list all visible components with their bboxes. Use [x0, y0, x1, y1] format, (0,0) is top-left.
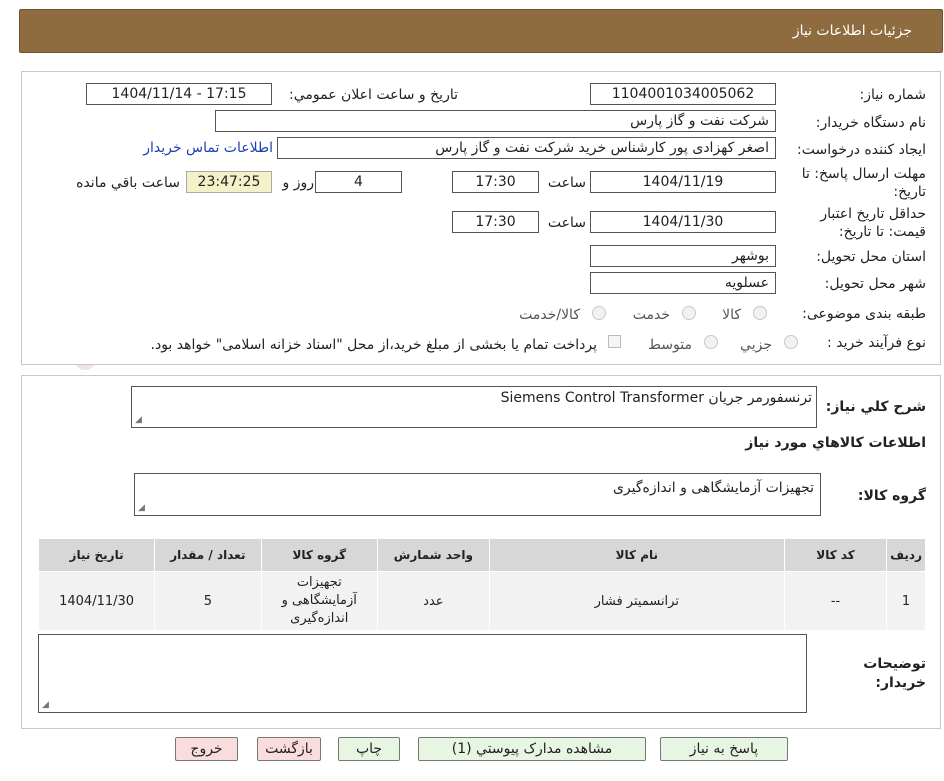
validity-label: حداقل تاریخ اعتبار: [820, 206, 926, 222]
requester-field: اصغر کهزادی پور کارشناس خرید شرکت نفت و …: [277, 137, 776, 159]
col-date: تاریخ نیاز: [37, 538, 156, 572]
description-textarea[interactable]: ترنسفورمر جریان Siemens Control Transfor…: [131, 386, 817, 428]
category-service-label: خدمت: [632, 307, 670, 323]
requester-label: ایجاد کننده درخواست:: [797, 142, 926, 158]
category-service-radio[interactable]: [682, 306, 696, 320]
cell-qty: 5: [154, 571, 262, 631]
goods-table: ردیف کد کالا نام کالا واحد شمارش گروه کا…: [37, 538, 926, 631]
reply-button[interactable]: پاسخ به نیاز: [660, 737, 788, 761]
col-name: نام کالا: [488, 538, 785, 572]
resize-grip-icon[interactable]: ◢: [42, 700, 49, 710]
goods-group-label: گروه کالا:: [857, 488, 926, 504]
description-label: شرح کلي نیاز:: [825, 399, 926, 415]
cell-unit: عدد: [377, 571, 490, 631]
treasury-checkbox[interactable]: [608, 335, 621, 348]
buyer-notes-label: توضیحات: [863, 656, 926, 672]
table-row: 1 -- ترانسمیتر فشار عدد تجهیزات آزمایشگا…: [37, 571, 926, 631]
deadline-label-2: تاریخ:: [893, 184, 926, 200]
buyer-notes-label-2: خریدار:: [875, 675, 926, 691]
back-button[interactable]: بازگشت: [257, 737, 321, 761]
buyer-org-label: نام دستگاه خریدار:: [815, 115, 926, 131]
buyer-notes-textarea[interactable]: ◢: [38, 634, 807, 713]
city-field: عسلویه: [590, 272, 776, 294]
print-button[interactable]: چاپ: [338, 737, 400, 761]
col-group: گروه کالا: [260, 538, 379, 572]
goods-group-textarea[interactable]: تجهیزات آزمایشگاهی و اندازه‌گیری ◢: [134, 473, 821, 516]
deadline-time-field: 17:30: [452, 171, 539, 193]
cell-name: ترانسمیتر فشار: [488, 571, 785, 631]
cell-group: تجهیزات آزمایشگاهی و اندازه‌گیری: [260, 571, 379, 631]
need-number-field: 1104001034005062: [590, 83, 776, 105]
category-goods-radio[interactable]: [753, 306, 767, 320]
deadline-label: مهلت ارسال پاسخ: تا: [801, 166, 926, 182]
province-field: بوشهر: [590, 245, 776, 267]
view-documents-button[interactable]: مشاهده مدارک پیوستي (1): [418, 737, 646, 761]
page-title: جزئیات اطلاعات نیاز: [792, 23, 912, 39]
validity-time-field: 17:30: [452, 211, 539, 233]
col-code: کد کالا: [783, 538, 888, 572]
goods-group-text: تجهیزات آزمایشگاهی و اندازه‌گیری: [612, 480, 814, 496]
cell-date: 1404/11/30: [37, 571, 156, 631]
goods-section-title: اطلاعات کالاهاي مورد نیاز: [745, 435, 926, 451]
deadline-time-label: ساعت: [547, 175, 586, 191]
exit-button[interactable]: خروج: [175, 737, 238, 761]
purchase-type-label: نوع فرآیند خرید :: [827, 335, 926, 351]
category-goods-label: کالا: [722, 307, 741, 323]
days-label: روز و: [282, 175, 315, 191]
resize-grip-icon[interactable]: ◢: [138, 503, 145, 513]
page-header: جزئیات اطلاعات نیاز: [19, 9, 943, 53]
city-label: شهر محل تحویل:: [824, 276, 926, 292]
purchase-medium-radio[interactable]: [704, 335, 718, 349]
validity-time-label: ساعت: [547, 215, 586, 231]
purchase-minor-label: جزیي: [740, 337, 772, 353]
description-text: ترنسفورمر جریان Siemens Control Transfor…: [500, 390, 812, 406]
province-label: استان محل تحویل:: [816, 249, 926, 265]
col-unit: واحد شمارش: [377, 538, 490, 572]
buyer-org-field: شرکت نفت و گاز پارس: [215, 110, 776, 132]
resize-grip-icon[interactable]: ◢: [135, 415, 142, 425]
cell-code: --: [783, 571, 888, 631]
validity-date-field: 1404/11/30: [590, 211, 776, 233]
category-label: طبقه بندی موضوعی:: [802, 306, 926, 322]
remaining-label: ساعت باقي مانده: [76, 175, 180, 191]
category-goods-service-radio[interactable]: [592, 306, 606, 320]
days-remaining-field: 4: [315, 171, 402, 193]
col-qty: تعداد / مقدار: [154, 538, 262, 572]
remaining-time-field: 23:47:25: [186, 171, 272, 193]
category-goods-service-label: کالا/خدمت: [519, 307, 580, 323]
purchase-medium-label: متوسط: [648, 337, 692, 353]
cell-index: 1: [886, 571, 926, 631]
announce-datetime-field: 1404/11/14 - 17:15: [86, 83, 272, 105]
need-number-label: شماره نیاز:: [859, 87, 927, 103]
buyer-contact-link[interactable]: اطلاعات تماس خریدار: [143, 140, 273, 156]
table-header-row: ردیف کد کالا نام کالا واحد شمارش گروه کا…: [37, 538, 926, 572]
purchase-minor-radio[interactable]: [784, 335, 798, 349]
payment-note: پرداخت تمام یا بخشی از مبلغ خرید،از محل …: [150, 337, 597, 353]
validity-label-2: قیمت: تا تاریخ:: [838, 224, 926, 240]
col-index: ردیف: [886, 538, 926, 572]
announce-label: تاریخ و ساعت اعلان عمومي:: [289, 87, 458, 103]
deadline-date-field: 1404/11/19: [590, 171, 776, 193]
